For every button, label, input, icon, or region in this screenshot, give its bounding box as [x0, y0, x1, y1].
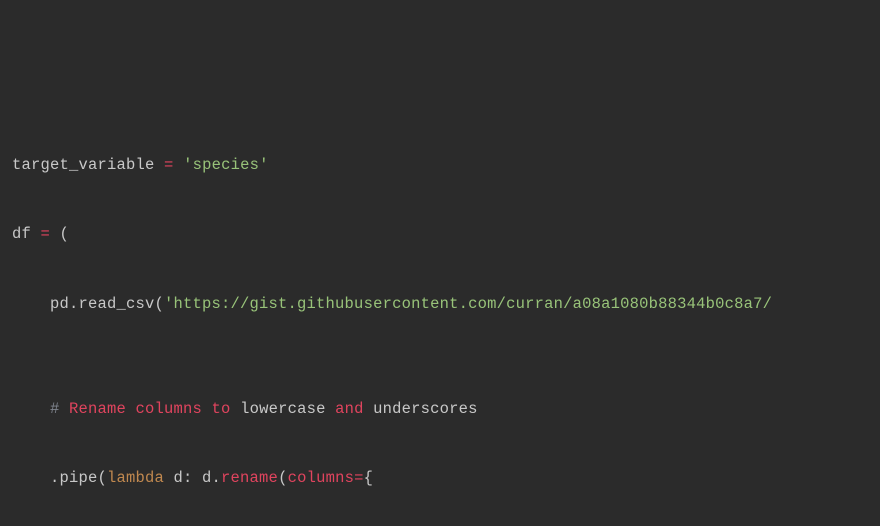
method-token: rename	[221, 469, 278, 487]
comment-token: lowercase	[231, 400, 336, 418]
token	[174, 156, 184, 174]
token: (	[278, 469, 288, 487]
string-token: 'https://gist.githubusercontent.com/curr…	[164, 295, 772, 313]
code-line-1: target_variable = 'species'	[12, 148, 880, 183]
token: target_variable	[12, 156, 164, 174]
comment-token: and	[335, 400, 364, 418]
code-line-2: df = (	[12, 217, 880, 252]
comment-token: #	[50, 400, 69, 418]
code-line-5: # Rename columns to lowercase and unders…	[12, 392, 880, 427]
operator-token: =	[354, 469, 364, 487]
code-block: { "code": { "l1": { "a": "target_variabl…	[0, 0, 880, 526]
comment-token: underscores	[364, 400, 478, 418]
token: pd.read_csv(	[12, 295, 164, 313]
token: d: d.	[164, 469, 221, 487]
string-token: 'species'	[183, 156, 269, 174]
kwarg-token: columns	[288, 469, 355, 487]
comment-token: Rename columns to	[69, 400, 231, 418]
token	[12, 400, 50, 418]
token: df	[12, 225, 41, 243]
token: .pipe(	[12, 469, 107, 487]
token: (	[50, 225, 69, 243]
code-line-6: .pipe(lambda d: d.rename(columns={	[12, 461, 880, 496]
operator-token: =	[164, 156, 174, 174]
keyword-token: lambda	[107, 469, 164, 487]
code-line-3: pd.read_csv('https://gist.githubusercont…	[12, 287, 880, 322]
token: {	[364, 469, 374, 487]
operator-token: =	[41, 225, 51, 243]
